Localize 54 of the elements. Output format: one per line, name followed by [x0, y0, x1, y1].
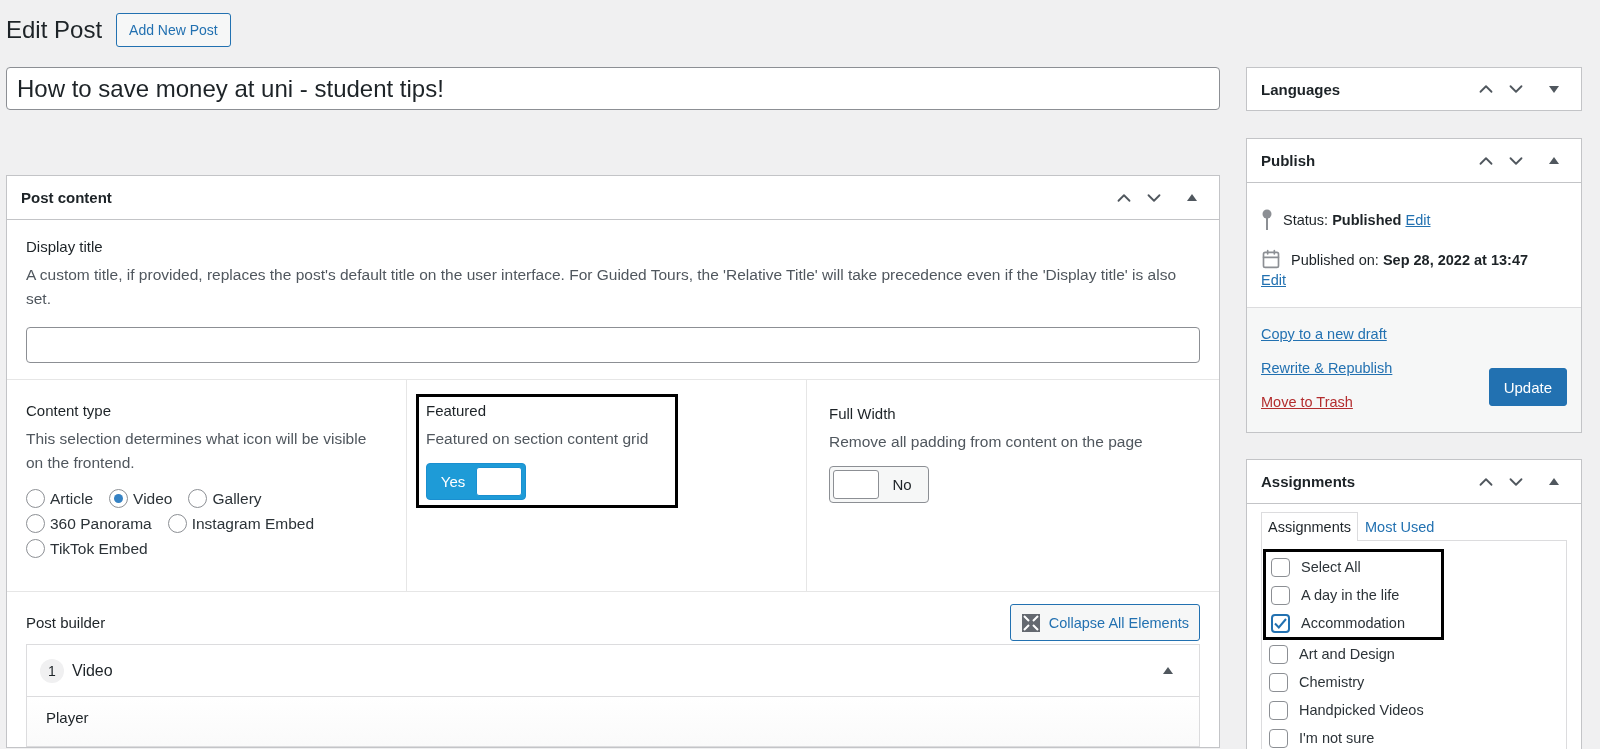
category-checkbox[interactable]: Select All [1271, 555, 1405, 579]
field-label: Post builder [26, 614, 106, 631]
field-description: Featured on section content grid [426, 429, 649, 449]
content-type-radio[interactable]: Video [109, 489, 173, 508]
shrink-icon [1020, 612, 1041, 633]
content-type-radio[interactable]: Gallery [188, 489, 262, 508]
update-button[interactable]: Update [1488, 368, 1567, 406]
collapse-triangle-icon [1549, 157, 1559, 164]
field-label: Full Width [829, 405, 897, 422]
field-description: This selection determines what icon will be visible on the frontend. [26, 429, 368, 473]
post-title-field[interactable]: How to save money at uni - student tips! [6, 67, 1220, 110]
calendar-icon [1261, 249, 1281, 269]
content-type-radio[interactable]: 360 Panorama [26, 514, 152, 533]
content-type-radio[interactable]: TikTok Embed [26, 539, 148, 558]
status-text: Status: Published [1283, 211, 1402, 230]
field-label: Content type [26, 402, 113, 419]
field-label: Featured [426, 402, 488, 419]
content-type-radio[interactable]: Article [26, 489, 94, 508]
category-checkbox[interactable]: I'm not sure [1269, 726, 1559, 749]
checkmark-icon [1274, 617, 1287, 629]
field-label: Display title [26, 238, 104, 255]
collapse-triangle-icon [1549, 478, 1559, 485]
panel-title: Post content [21, 189, 113, 206]
content-type-radio[interactable]: Instagram Embed [167, 514, 315, 533]
display-title-field[interactable] [26, 327, 1200, 363]
tab[interactable]: Assignments [1261, 512, 1358, 541]
pin-icon [1261, 209, 1273, 231]
page-title: Edit Post [6, 16, 103, 44]
category-checkbox[interactable]: A day in the life [1271, 583, 1405, 607]
field-description: A custom title, if provided, replaces the post's default title on the user interface. For Guided Tours, the 'Relative Title' will take precedence even if the 'Display title' is also set. [26, 265, 1178, 309]
edit-date-link[interactable]: Edit [1261, 272, 1286, 288]
published-date-text: Published on: Sep 28, 2022 at 13:47 [1291, 251, 1528, 270]
action-link[interactable]: Copy to a new draft [1261, 326, 1393, 342]
category-checkbox[interactable]: Art and Design [1269, 642, 1559, 666]
category-checkbox[interactable]: Accommodation [1271, 611, 1405, 635]
category-checkbox[interactable]: Chemistry [1269, 670, 1559, 694]
collapse-all-button[interactable]: Collapse All Elements [1009, 604, 1200, 641]
panel-title: Publish [1261, 152, 1317, 169]
toggle-switch[interactable]: No [829, 466, 929, 503]
category-checkbox[interactable]: Handpicked Videos [1269, 698, 1559, 722]
collapse-triangle-icon [1163, 667, 1173, 674]
add-new-post-button[interactable]: Add New Post [116, 13, 231, 47]
edit-status-link[interactable]: Edit [1405, 209, 1431, 231]
collapse-triangle-icon [1187, 194, 1197, 201]
field-label: Player [46, 709, 90, 726]
trash-link[interactable]: Move to Trash [1261, 394, 1393, 410]
field-description: Remove all padding from content on the page [829, 432, 1143, 452]
panel-title: Languages [1261, 80, 1342, 98]
element-title: Video [72, 661, 114, 680]
action-link[interactable]: Rewrite & Republish [1261, 360, 1393, 376]
expand-triangle-icon [1549, 85, 1559, 93]
element-number: 1 [40, 658, 64, 683]
tab[interactable]: Most Used [1358, 512, 1442, 541]
panel-title: Assignments [1261, 473, 1357, 490]
